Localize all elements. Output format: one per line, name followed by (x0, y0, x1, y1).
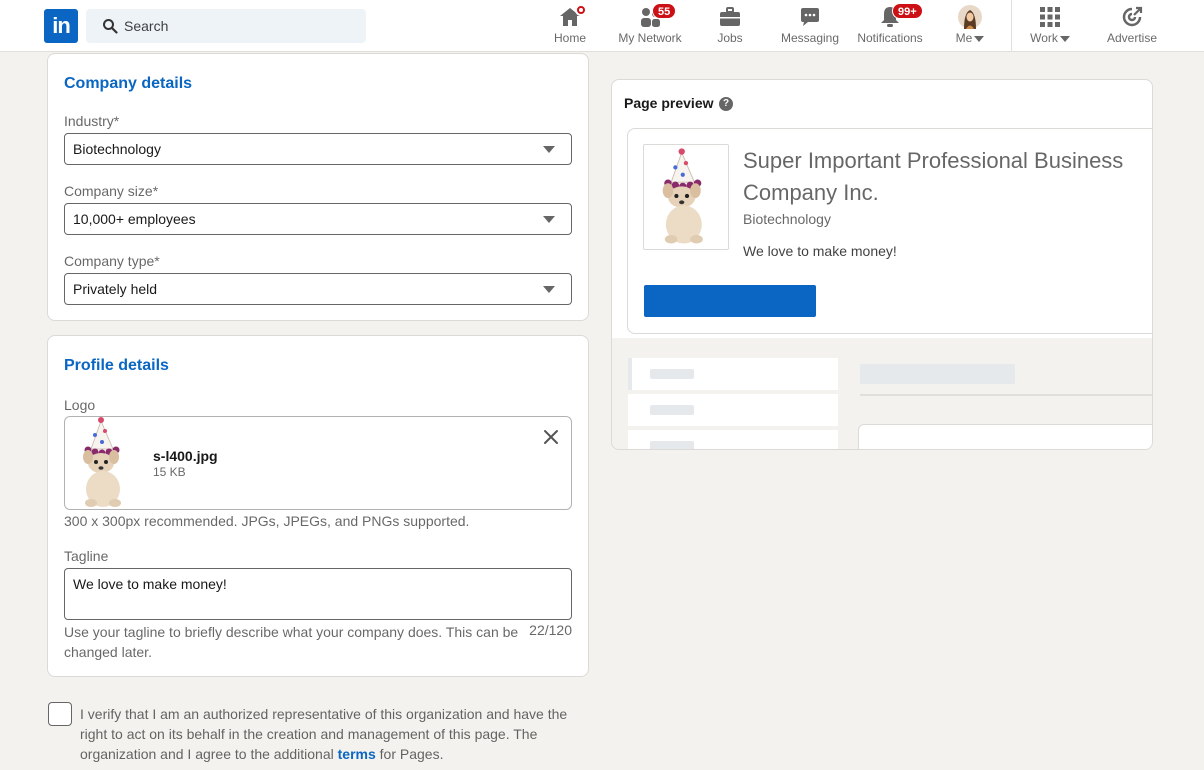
skeleton-bar (650, 405, 694, 415)
nav-advertise[interactable]: Advertise (1098, 0, 1166, 52)
company-type-dropdown-arrow-icon (543, 286, 555, 293)
nav-jobs-label: Jobs (717, 31, 743, 45)
nav-work[interactable]: Work (1020, 0, 1080, 52)
tagline-counter: 22/120 (529, 622, 572, 638)
nav-me-label: Me (940, 31, 1000, 45)
company-size-label: Company size* (64, 183, 159, 199)
nav-me-text: Me (955, 31, 973, 45)
page-preview-title: Page preview (624, 95, 714, 111)
company-type-select[interactable]: Privately held (64, 273, 572, 305)
preview-skeleton-area (612, 338, 1152, 449)
preview-company-card: Super Important Professional Business Co… (627, 128, 1152, 334)
industry-value: Biotechnology (73, 141, 161, 157)
preview-logo (643, 144, 729, 250)
profile-details-title: Profile details (64, 357, 169, 374)
skeleton-nav-item (628, 394, 838, 426)
skeleton-nav-item (628, 430, 838, 449)
skeleton-nav-item (628, 358, 838, 390)
nav-messaging-label: Messaging (780, 31, 840, 45)
search-input[interactable] (124, 9, 354, 43)
skeleton-divider (860, 394, 1152, 396)
skeleton-content-box (858, 424, 1152, 449)
notifications-badge: 99+ (892, 3, 923, 19)
dog-logo-thumbnail (83, 417, 121, 507)
advertise-icon (1122, 6, 1143, 27)
search-bar[interactable] (86, 9, 366, 43)
nav-work-text: Work (1030, 31, 1058, 45)
industry-dropdown-arrow-icon (543, 146, 555, 153)
me-caret-icon (974, 35, 985, 42)
company-details-title: Company details (64, 75, 193, 92)
logo-upload-box: s-l400.jpg 15 KB (64, 416, 572, 510)
company-type-label: Company type* (64, 253, 160, 269)
verify-text-after: for Pages. (375, 746, 444, 762)
company-size-dropdown-arrow-icon (543, 216, 555, 223)
help-icon[interactable]: ? (719, 97, 733, 111)
logo-file-size: 15 KB (153, 465, 186, 479)
logo-hint: 300 x 300px recommended. JPGs, JPEGs, an… (64, 513, 470, 529)
tagline-label: Tagline (64, 548, 109, 564)
search-icon (103, 19, 118, 34)
tagline-textarea[interactable]: We love to make money! (64, 568, 572, 620)
messaging-icon (801, 8, 819, 26)
linkedin-logo[interactable]: in (44, 9, 78, 43)
logo-label: Logo (64, 397, 96, 413)
verify-checkbox[interactable] (48, 702, 72, 726)
top-nav: in Home 55 My Network Jobs Messaging 99+… (0, 0, 1204, 52)
nav-home-label: Home (553, 31, 586, 45)
logo-file-name: s-l400.jpg (153, 448, 218, 464)
profile-details-card: Profile details Logo s-l400.jpg 15 KB 30… (47, 335, 589, 677)
preview-follow-button (644, 285, 816, 317)
preview-company-name: Super Important Professional Business Co… (743, 148, 1124, 205)
industry-select[interactable]: Biotechnology (64, 133, 572, 165)
network-badge: 55 (652, 3, 677, 19)
nav-notifications-label: Notifications (857, 31, 923, 45)
briefcase-icon (720, 7, 740, 26)
nav-work-label: Work (1020, 31, 1080, 45)
nav-me[interactable]: Me (940, 0, 1000, 52)
industry-label: Industry* (64, 113, 120, 129)
company-type-value: Privately held (73, 281, 158, 297)
company-details-card: Company details Industry* Biotechnology … (47, 53, 589, 321)
page-preview-card: Page preview ? Super Important Professio… (611, 79, 1153, 450)
close-icon[interactable] (543, 429, 559, 445)
nav-jobs[interactable]: Jobs (700, 0, 760, 52)
preview-dog-logo (662, 148, 703, 244)
company-size-select[interactable]: 10,000+ employees (64, 203, 572, 235)
nav-advertise-label: Advertise (1106, 31, 1158, 45)
skeleton-bar (650, 369, 694, 379)
verify-text: I verify that I am an authorized represe… (80, 704, 596, 764)
nav-messaging[interactable]: Messaging (775, 0, 845, 52)
verify-text-before: I verify that I am an authorized represe… (80, 706, 568, 762)
nav-divider (1011, 0, 1012, 52)
preview-industry: Biotechnology (743, 211, 831, 227)
nav-my-network[interactable]: 55 My Network (610, 0, 690, 52)
nav-my-network-label: My Network (618, 31, 682, 45)
skeleton-bar (650, 441, 694, 449)
tagline-hint: Use your tagline to briefly describe wha… (64, 624, 519, 660)
nav-home[interactable]: Home (535, 0, 605, 52)
skeleton-header-bar (860, 364, 1015, 384)
avatar (958, 5, 982, 29)
preview-tagline: We love to make money! (743, 243, 897, 259)
terms-link[interactable]: terms (338, 746, 376, 762)
work-caret-icon (1059, 35, 1070, 42)
company-size-value: 10,000+ employees (73, 211, 196, 227)
nav-notifications[interactable]: 99+ Notifications (850, 0, 930, 52)
home-notification-dot (575, 4, 587, 16)
grid-icon (1040, 7, 1060, 27)
